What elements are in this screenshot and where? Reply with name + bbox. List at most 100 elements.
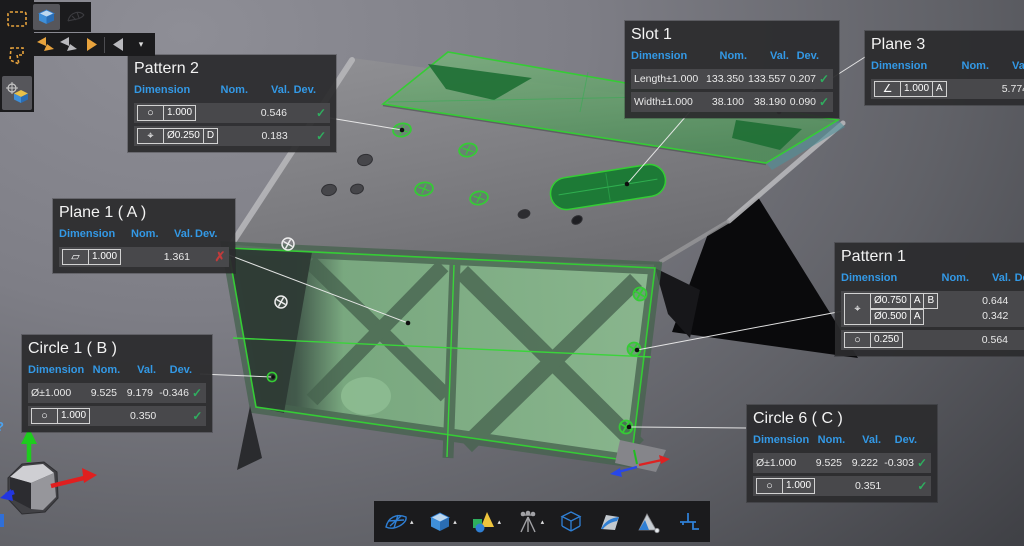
measurement-row[interactable]: ⌖Ø0.250D0.183✓: [134, 126, 330, 146]
annotation-circle-6[interactable]: Circle 6 ( C )DimensionNom.Val.Dev.Ø±1.0…: [747, 405, 937, 502]
measurement-row[interactable]: ∠1.000A5.774: [871, 79, 1024, 99]
dimension-cell: ⌖Ø0.250D: [137, 128, 217, 144]
annotation-slot-1[interactable]: Slot 1DimensionNom.Val.Dev.Length±1.0001…: [625, 21, 839, 118]
measured-value: 0.546: [247, 107, 287, 119]
flyout-caret-icon: ▴: [453, 518, 457, 526]
z-axis-arrow: [0, 489, 14, 501]
annotation-plane-3[interactable]: Plane 3DimensionNom.Val.Dev. ∠1.000A5.774: [865, 31, 1024, 105]
column-header: Val.: [122, 364, 156, 376]
dimension-cell: ⌖Ø0.750ABØ0.500A: [844, 293, 937, 325]
tolerance-box: A: [910, 293, 925, 309]
tolerance-box: Ø0.750: [870, 293, 911, 309]
instrument-tripod-icon: [516, 510, 540, 534]
pass-check-icon: ✓: [818, 72, 830, 86]
column-header: Dimension: [753, 434, 809, 446]
x-axis-arrow: [51, 468, 97, 486]
annotation-title: Circle 1 ( B ): [28, 338, 206, 361]
annotation-pattern-1[interactable]: Pattern 1DimensionNom.Val.Dev.⌖Ø0.750ABØ…: [835, 243, 1024, 356]
geometry-tools-button[interactable]: ▴: [469, 505, 503, 539]
tolerance-box: Ø0.250: [163, 128, 204, 144]
tolerance-box: 1.000: [900, 81, 933, 97]
step-back-double-icon: [35, 36, 55, 53]
mesh-compare-button[interactable]: [634, 505, 663, 539]
dimension-cell: Ø±1.000: [31, 387, 81, 399]
instrument-tools-button[interactable]: ▴: [514, 505, 547, 539]
column-header: Val.: [749, 50, 789, 62]
circularity-icon: ○: [756, 478, 783, 494]
annotation-title: Plane 3: [871, 34, 1024, 57]
circularity-icon: ○: [844, 332, 871, 348]
world-axis-triad[interactable]: [0, 428, 97, 514]
measurement-row[interactable]: ○1.0000.351✓: [753, 476, 931, 496]
dimension-cell: Ø±1.000: [756, 457, 806, 469]
column-header: Val.: [971, 272, 1011, 284]
fcf-line: Ø0.750AB: [870, 293, 937, 309]
probe-select-button[interactable]: [2, 76, 32, 110]
measurement-row[interactable]: Ø±1.0009.5259.179-0.346✓: [28, 383, 206, 403]
dimension-cell: ○1.000: [31, 408, 89, 424]
measured-value: 0.351: [850, 480, 882, 492]
measurement-row[interactable]: ○1.0000.350✓: [28, 406, 206, 426]
dimension-cell: ○1.000: [756, 478, 814, 494]
toolbar-separator: [104, 37, 105, 53]
feature-control-frame: ⌖Ø0.250D: [137, 128, 217, 144]
measurement-row[interactable]: ▱1.0001.361✗: [59, 247, 229, 267]
wireframe-view-button[interactable]: [62, 4, 89, 30]
annotation-plane-1[interactable]: Plane 1 ( A )DimensionNom.Val.Dev.▱1.000…: [53, 199, 235, 273]
measured-value: 0.564: [968, 334, 1008, 346]
step-previous-button[interactable]: [108, 35, 128, 55]
column-header: Dev.: [158, 364, 192, 376]
flyout-caret-icon: ▴: [410, 518, 414, 526]
column-header: Dev.: [791, 50, 819, 62]
play-forward-icon: [83, 36, 99, 53]
column-header: Val.: [991, 60, 1024, 72]
annotation-header-row: DimensionNom.Val.Dev.: [841, 269, 1024, 288]
shaded-view-button[interactable]: [33, 4, 60, 30]
mesh-tools-button[interactable]: ▴: [382, 505, 416, 539]
column-header: Val.: [155, 228, 193, 240]
bounding-box-button[interactable]: [557, 505, 585, 539]
nominal-value: 9.525: [808, 457, 842, 469]
circularity-icon: ○: [137, 105, 164, 121]
fcf-lines: Ø0.750ABØ0.500A: [870, 293, 937, 325]
annotation-pattern-2[interactable]: Pattern 2DimensionNom.Val.Dev.○1.0000.54…: [128, 55, 336, 152]
solid-tools-button[interactable]: ▴: [426, 505, 459, 539]
surface-view-button[interactable]: [596, 505, 624, 539]
annotation-circle-1[interactable]: Circle 1 ( B )DimensionNom.Val.Dev. Ø±1.0…: [22, 335, 212, 432]
part-right-foot: [615, 440, 666, 472]
step-previous-icon: [110, 36, 126, 53]
rectangle-select-button[interactable]: [2, 2, 32, 36]
column-header: Dev.: [883, 434, 917, 446]
play-forward-button[interactable]: [81, 35, 101, 55]
column-header: Nom.: [941, 272, 969, 284]
measurement-row[interactable]: ○0.2500.564✗: [841, 330, 1024, 350]
measurement-row[interactable]: Ø±1.0009.5259.222-0.303✓: [753, 453, 931, 473]
wireframe-view-icon: [65, 7, 87, 27]
dimension-cell: ▱1.000: [62, 249, 126, 265]
measurement-row[interactable]: ○1.0000.546✓: [134, 103, 330, 123]
column-header: Dev.: [195, 228, 215, 240]
step-back-double-button[interactable]: [35, 35, 55, 55]
circularity-icon: ○: [31, 408, 58, 424]
annotation-title: Plane 1 ( A ): [59, 202, 229, 225]
probe-select-icon: [4, 81, 30, 105]
pass-check-icon: ✓: [916, 456, 928, 470]
tolerance-box: A: [910, 309, 925, 325]
nominal-value: 9.525: [83, 387, 117, 399]
nominal-value: 38.100: [704, 96, 744, 108]
measurement-row[interactable]: Width±1.00038.10038.1900.090✓: [631, 92, 833, 112]
measurement-row[interactable]: Length±1.000133.350133.5570.207✓: [631, 69, 833, 89]
step-back-button[interactable]: [58, 35, 78, 55]
part-front-panel[interactable]: [228, 238, 670, 477]
nav-more-options-button[interactable]: ▾: [131, 35, 151, 55]
annotation-header-row: DimensionNom.Val.Dev.: [28, 361, 206, 380]
rectangle-select-icon: [5, 8, 29, 30]
column-header: Nom.: [961, 60, 989, 72]
annotation-header-row: DimensionNom.Val.Dev.: [871, 57, 1024, 76]
feature-control-frame: ○1.000: [31, 408, 89, 424]
lasso-select-button[interactable]: [2, 39, 32, 73]
alignment-button[interactable]: [674, 505, 702, 539]
measurement-row[interactable]: ⌖Ø0.750ABØ0.500A0.6440.342✓: [841, 291, 1024, 327]
position-icon: ⌖: [844, 293, 871, 325]
column-header: Dimension: [871, 60, 959, 72]
